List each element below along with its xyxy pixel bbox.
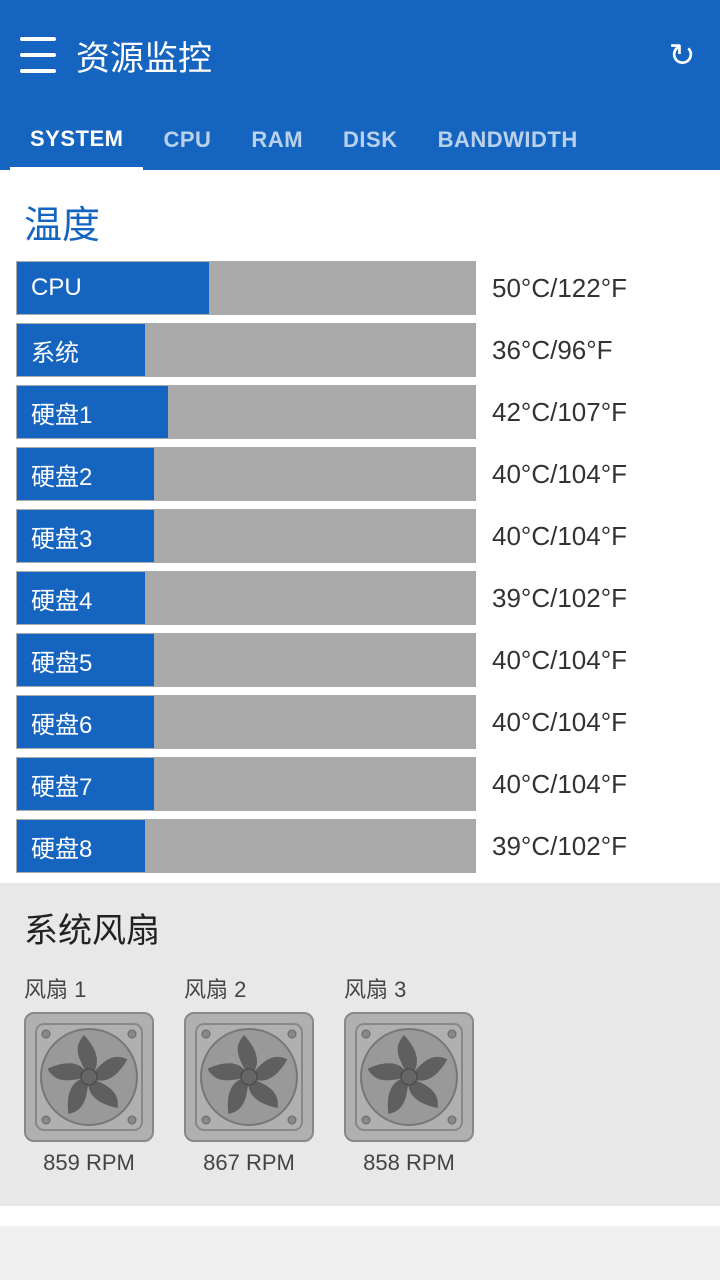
fan-item: 风扇 1: [24, 972, 154, 1176]
temp-bar-fill: 硬盘8: [17, 820, 145, 872]
temp-bar-container: 硬盘7: [16, 757, 476, 811]
temp-bar-container: 硬盘4: [16, 571, 476, 625]
menu-icon[interactable]: [20, 37, 56, 73]
temp-row: 硬盘6 40°C/104°F: [16, 695, 704, 749]
temp-value: 40°C/104°F: [492, 645, 692, 676]
temp-value: 42°C/107°F: [492, 397, 692, 428]
temp-bar-rest: [168, 386, 475, 438]
temp-bar-container: 硬盘1: [16, 385, 476, 439]
temp-bar-fill: 硬盘4: [17, 572, 145, 624]
temp-bar-rest: [154, 510, 475, 562]
temp-value: 40°C/104°F: [492, 707, 692, 738]
temp-row: CPU 50°C/122°F: [16, 261, 704, 315]
temp-value: 40°C/104°F: [492, 769, 692, 800]
temp-value: 50°C/122°F: [492, 273, 692, 304]
temperature-section-title: 温度: [0, 170, 720, 261]
temp-bar-fill: CPU: [17, 262, 209, 314]
temp-bar-rest: [154, 758, 475, 810]
temp-bar-rest: [154, 634, 475, 686]
fan-item: 风扇 2: [184, 972, 314, 1176]
temp-bar-fill: 硬盘7: [17, 758, 154, 810]
temp-bar-container: 硬盘3: [16, 509, 476, 563]
temp-value: 40°C/104°F: [492, 521, 692, 552]
tab-bar: SYSTEM CPU RAM DISK BANDWIDTH: [0, 110, 720, 170]
temp-row: 硬盘3 40°C/104°F: [16, 509, 704, 563]
tab-system[interactable]: SYSTEM: [10, 110, 143, 170]
temp-row: 硬盘5 40°C/104°F: [16, 633, 704, 687]
fan-icon: [24, 1012, 154, 1142]
temp-bar-fill: 硬盘6: [17, 696, 154, 748]
temp-bar-container: 硬盘5: [16, 633, 476, 687]
temp-bar-fill: 硬盘1: [17, 386, 168, 438]
temp-bar-rest: [154, 448, 475, 500]
fan-icon: [344, 1012, 474, 1142]
main-content: 温度 CPU 50°C/122°F 系统 36°C/96°F 硬盘1 42°C/…: [0, 170, 720, 1226]
temp-bar-rest: [145, 572, 475, 624]
temp-row: 硬盘7 40°C/104°F: [16, 757, 704, 811]
tab-disk[interactable]: DISK: [323, 110, 418, 170]
fan-icon: [184, 1012, 314, 1142]
temp-row: 硬盘8 39°C/102°F: [16, 819, 704, 873]
fan-rpm: 858 RPM: [363, 1150, 455, 1176]
tab-cpu[interactable]: CPU: [143, 110, 231, 170]
temp-bar-container: 系统: [16, 323, 476, 377]
temp-bar-container: 硬盘2: [16, 447, 476, 501]
temp-bar-rest: [209, 262, 475, 314]
fan-label: 风扇 2: [184, 972, 246, 1004]
temp-bar-rest: [154, 696, 475, 748]
fan-section: 系统风扇 风扇 1: [0, 883, 720, 1206]
temp-bar-fill: 硬盘5: [17, 634, 154, 686]
temp-row: 系统 36°C/96°F: [16, 323, 704, 377]
fan-label: 风扇 3: [344, 972, 406, 1004]
fan-item: 风扇 3: [344, 972, 474, 1176]
tab-ram[interactable]: RAM: [231, 110, 323, 170]
fan-rpm: 859 RPM: [43, 1150, 135, 1176]
temp-value: 39°C/102°F: [492, 831, 692, 862]
fan-section-title: 系统风扇: [24, 903, 696, 952]
temp-bar-fill: 硬盘3: [17, 510, 154, 562]
fans-row: 风扇 1: [24, 972, 696, 1176]
temp-value: 40°C/104°F: [492, 459, 692, 490]
temp-bar-fill: 硬盘2: [17, 448, 154, 500]
temp-bar-rest: [145, 820, 475, 872]
fan-rpm: 867 RPM: [203, 1150, 295, 1176]
tab-bandwidth[interactable]: BANDWIDTH: [418, 110, 598, 170]
refresh-icon[interactable]: ↻: [664, 37, 700, 73]
temp-row: 硬盘2 40°C/104°F: [16, 447, 704, 501]
temp-value: 36°C/96°F: [492, 335, 692, 366]
temperature-rows: CPU 50°C/122°F 系统 36°C/96°F 硬盘1 42°C/107…: [0, 261, 720, 873]
temp-bar-container: CPU: [16, 261, 476, 315]
temp-bar-fill: 系统: [17, 324, 145, 376]
temp-bar-container: 硬盘6: [16, 695, 476, 749]
temp-value: 39°C/102°F: [492, 583, 692, 614]
temp-bar-rest: [145, 324, 475, 376]
page-title: 资源监控: [76, 31, 664, 80]
temp-row: 硬盘1 42°C/107°F: [16, 385, 704, 439]
fan-label: 风扇 1: [24, 972, 86, 1004]
header: 资源监控 ↻: [0, 0, 720, 110]
temp-row: 硬盘4 39°C/102°F: [16, 571, 704, 625]
temp-bar-container: 硬盘8: [16, 819, 476, 873]
